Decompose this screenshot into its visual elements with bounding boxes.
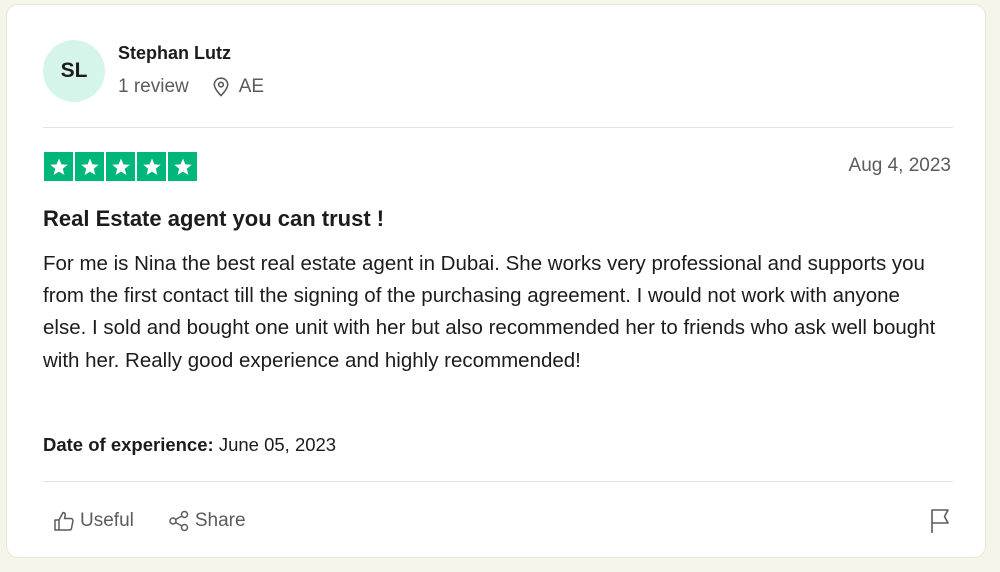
footer-divider [43, 481, 953, 482]
reviewer-name[interactable]: Stephan Lutz [118, 43, 231, 64]
star-icon [106, 152, 135, 181]
experience-label: Date of experience: [43, 434, 214, 455]
reviewer-location: AE [213, 76, 264, 98]
review-count: 1 review [118, 76, 189, 97]
star-rating [44, 152, 197, 181]
thumbs-up-icon [54, 511, 74, 531]
location-pin-icon [213, 77, 229, 97]
avatar[interactable]: SL [43, 40, 105, 102]
star-icon [137, 152, 166, 181]
useful-label: Useful [80, 510, 134, 531]
star-icon [44, 152, 73, 181]
review-card: SL Stephan Lutz 1 review AE Aug 4, 2023 [6, 4, 986, 558]
experience-date: June 05, 2023 [218, 434, 337, 455]
share-button[interactable]: Share [168, 510, 246, 532]
report-button[interactable] [929, 508, 951, 539]
review-actions: Useful Share [53, 510, 246, 532]
review-body: For me is Nina the best real estate agen… [43, 252, 936, 372]
reviewer-meta: 1 review AE [118, 76, 264, 98]
share-label: Share [194, 510, 246, 531]
flag-icon [931, 509, 949, 533]
header-divider [43, 127, 953, 128]
reviewer-country: AE [238, 76, 265, 97]
review-title[interactable]: Real Estate agent you can trust ! [43, 206, 384, 232]
share-icon [169, 510, 189, 532]
star-icon [168, 152, 197, 181]
date-of-experience: Date of experience: June 05, 2023 [43, 434, 336, 456]
useful-button[interactable]: Useful [53, 510, 134, 532]
review-date: Aug 4, 2023 [848, 155, 951, 176]
star-icon [75, 152, 104, 181]
